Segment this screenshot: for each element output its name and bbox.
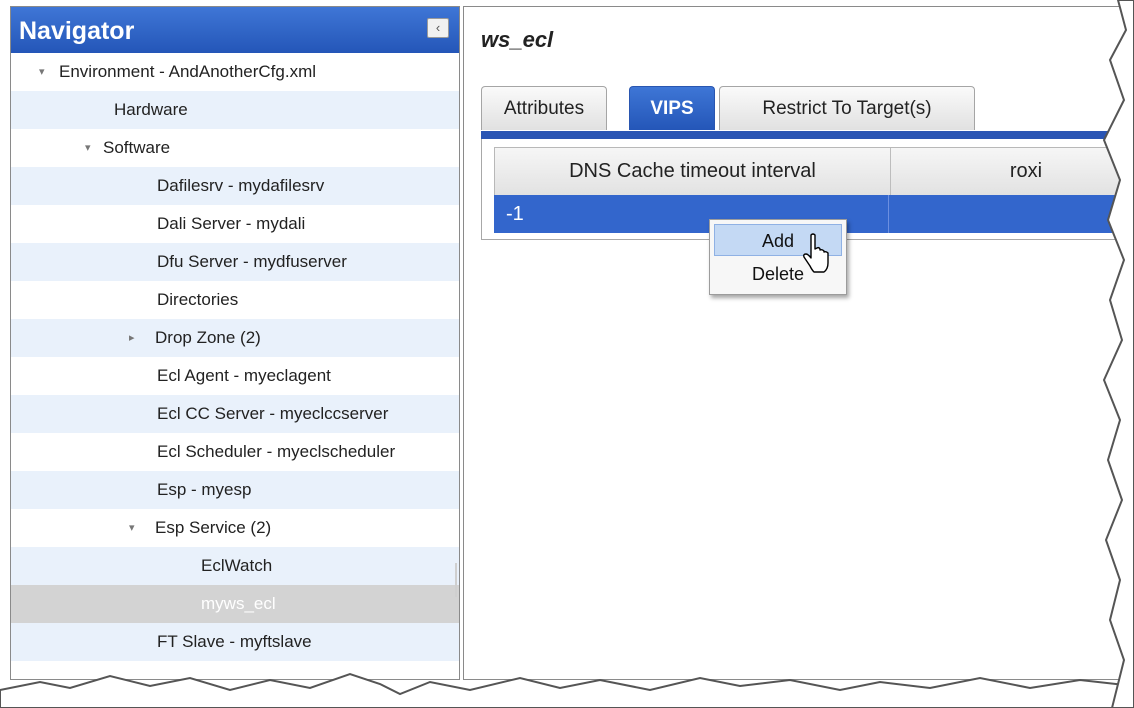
tree-item-dali-server[interactable]: Dali Server - mydali [11, 205, 459, 243]
tree-item-label: FT Slave - myftslave [157, 632, 312, 651]
tree-item-label: Dali Server - mydali [157, 214, 306, 233]
tree-item-ecl-cc-server[interactable]: Ecl CC Server - myeclccserver [11, 395, 459, 433]
tab-underline [481, 131, 1134, 139]
tree-item-label: Directories [157, 290, 239, 309]
tree-item-esp[interactable]: Esp - myesp [11, 471, 459, 509]
tree-item-label: Esp - myesp [157, 480, 252, 499]
tree-item-software[interactable]: ▾ Software [11, 129, 459, 167]
tree-item-label: Esp Service (2) [155, 518, 272, 537]
tree-item-ecl-agent[interactable]: Ecl Agent - myeclagent [11, 357, 459, 395]
tree-item-label: Ecl Agent - myeclagent [157, 366, 331, 385]
tree-item-drop-zone[interactable]: ▸ Drop Zone (2) [11, 319, 459, 357]
navigator-title: Navigator [19, 17, 135, 45]
details-panel: ws_ecl Attributes VIPS Restrict To Targe… [463, 6, 1134, 680]
navigator-header: Navigator ‹ [11, 7, 459, 53]
caret-down-icon[interactable]: ▾ [85, 129, 91, 167]
tab-vips[interactable]: VIPS [629, 86, 715, 130]
tree-item-myws-ecl[interactable]: myws_ecl [11, 585, 459, 623]
navigator-panel: Navigator ‹ ▾ Environment - AndAnotherCf… [10, 6, 460, 680]
caret-right-icon[interactable]: ▸ [129, 319, 135, 357]
tab-attributes[interactable]: Attributes [481, 86, 607, 130]
tree-item-ecl-scheduler[interactable]: Ecl Scheduler - myeclscheduler [11, 433, 459, 471]
tree-item-label: Hardware [114, 100, 188, 119]
tree-item-directories[interactable]: Directories [11, 281, 459, 319]
tree-item-label: Software [103, 138, 171, 157]
tree-item-ft-slave[interactable]: FT Slave - myftslave [11, 623, 459, 661]
caret-down-icon[interactable]: ▾ [39, 53, 45, 91]
tree-item-label: Drop Zone (2) [155, 328, 261, 347]
chevron-left-icon[interactable]: ‹ [427, 18, 449, 38]
tree-item-label: EclWatch [201, 556, 273, 575]
tree-item-dafilesrv[interactable]: Dafilesrv - mydafilesrv [11, 167, 459, 205]
grid-header-row: DNS Cache timeout interval roxi [494, 147, 1134, 196]
tree-item-label: Dfu Server - mydfuserver [157, 252, 347, 271]
tree-item-dfu-server[interactable]: Dfu Server - mydfuserver [11, 243, 459, 281]
caret-down-icon[interactable]: ▾ [129, 509, 135, 547]
hand-cursor-icon [803, 233, 829, 273]
torn-edge-bottom [0, 672, 1134, 708]
tree-item-eclwatch[interactable]: EclWatch [11, 547, 459, 585]
column-header-dns-cache-timeout[interactable]: DNS Cache timeout interval [495, 148, 891, 195]
tree-item-environment[interactable]: ▾ Environment - AndAnotherCfg.xml [11, 53, 459, 91]
page-title: ws_ecl [481, 27, 554, 52]
tree-item-label: Dafilesrv - mydafilesrv [157, 176, 325, 195]
tree-item-esp-service[interactable]: ▾ Esp Service (2) [11, 509, 459, 547]
torn-edge-right [1102, 0, 1134, 708]
tree-item-label: Ecl CC Server - myeclccserver [157, 404, 389, 423]
tab-restrict-to-targets[interactable]: Restrict To Target(s) [719, 86, 975, 130]
tree-item-label: myws_ecl [201, 594, 276, 613]
tree-item-hardware[interactable]: Hardware [11, 91, 459, 129]
tree-item-label: Environment - AndAnotherCfg.xml [59, 62, 317, 81]
navigator-scrollbar[interactable] [455, 563, 457, 597]
tree-item-label: Ecl Scheduler - myeclscheduler [157, 442, 396, 461]
